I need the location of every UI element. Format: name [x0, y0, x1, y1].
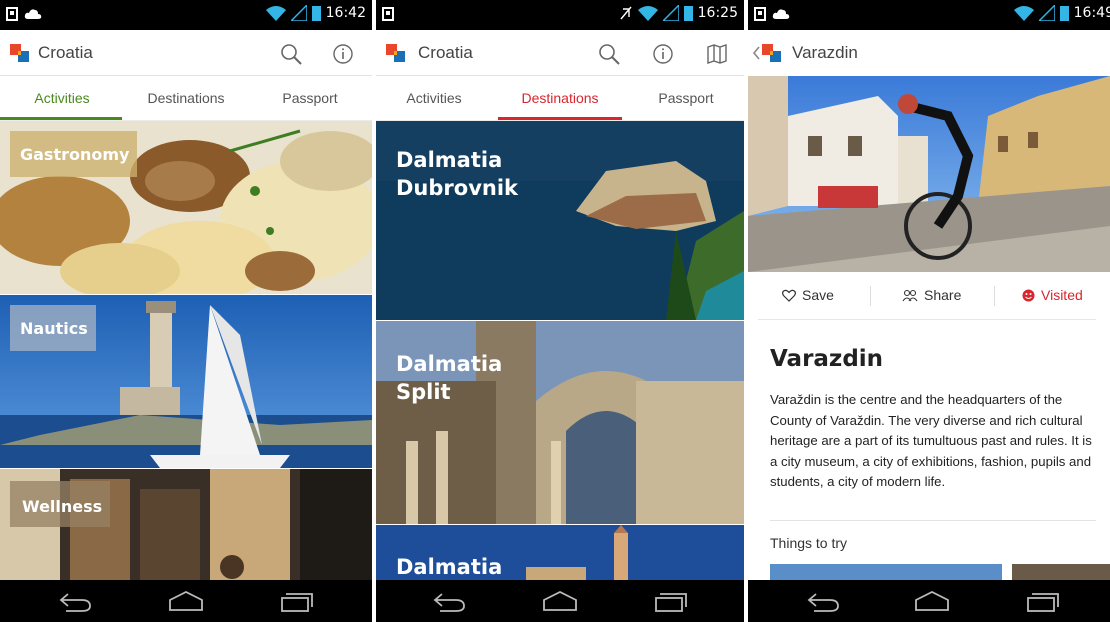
search-icon[interactable]: [278, 41, 304, 67]
wifi-icon: [1013, 6, 1034, 21]
tile-label-line2: Split: [396, 380, 451, 404]
back-nav-icon[interactable]: [58, 590, 94, 612]
app-logo-icon[interactable]: [386, 44, 408, 62]
map-icon[interactable]: [704, 41, 730, 67]
destination-tile-dubrovnik[interactable]: Dalmatia Dubrovnik: [376, 121, 744, 320]
status-bar: 16:42: [0, 0, 372, 30]
destinations-screen: 16:25 Croatia Activities Destinations Pa…: [376, 0, 744, 622]
share-button[interactable]: Share: [902, 287, 961, 303]
section-divider: [770, 520, 1096, 521]
up-chevron-icon[interactable]: [752, 46, 760, 60]
nav-bar: [748, 580, 1110, 622]
active-tab-indicator: [498, 117, 622, 120]
tab-activities[interactable]: Activities: [14, 90, 110, 106]
wifi-icon: [265, 6, 286, 21]
activity-tile-gastronomy[interactable]: Gastronomy: [0, 121, 372, 294]
tab-destinations[interactable]: Destinations: [504, 90, 616, 106]
tab-destinations[interactable]: Destinations: [134, 90, 238, 106]
search-icon[interactable]: [596, 41, 622, 67]
cloud-icon: [24, 9, 42, 19]
battery-icon: [1059, 6, 1069, 21]
home-nav-icon[interactable]: [168, 590, 204, 612]
back-nav-icon[interactable]: [806, 590, 842, 612]
signal-icon: [662, 5, 679, 21]
share-icon: [902, 289, 918, 301]
mute-icon: [620, 6, 632, 20]
app-bar: Croatia: [0, 30, 372, 76]
status-time: 16:25: [697, 5, 738, 21]
tile-label-line1: Dalmatia: [396, 352, 503, 376]
activity-tile-wellness[interactable]: Wellness: [0, 469, 372, 582]
tile-label-line2: Dubrovnik: [396, 176, 519, 200]
tile-label-line1: Dalmatia: [396, 148, 503, 172]
photo-notification-icon: [382, 7, 394, 21]
visited-icon: [1022, 289, 1035, 301]
wifi-icon: [637, 6, 658, 21]
varazdin-detail-screen: 16:49 Varazdin Save Share Visited Varazd…: [748, 0, 1110, 622]
battery-icon: [311, 6, 321, 21]
divider: [870, 286, 871, 306]
back-nav-icon[interactable]: [432, 590, 468, 612]
tab-passport[interactable]: Passport: [638, 90, 734, 106]
home-nav-icon[interactable]: [542, 590, 578, 612]
app-title: Varazdin: [792, 43, 858, 62]
status-time: 16:42: [325, 5, 366, 21]
share-label: Share: [924, 287, 962, 303]
signal-icon: [290, 5, 307, 21]
destination-tile-dalmatia[interactable]: Dalmatia: [376, 525, 744, 582]
app-logo-icon[interactable]: [762, 44, 784, 62]
tile-label-wellness: Wellness: [22, 497, 103, 516]
nav-bar: [376, 580, 744, 622]
info-icon[interactable]: [330, 41, 356, 67]
home-nav-icon[interactable]: [914, 590, 950, 612]
photo-notification-icon: [6, 7, 18, 21]
activity-tile-nautics[interactable]: Nautics: [0, 295, 372, 468]
tab-passport[interactable]: Passport: [262, 90, 358, 106]
save-button[interactable]: Save: [782, 287, 834, 303]
destination-tile-split[interactable]: Dalmatia Split: [376, 321, 744, 524]
save-label: Save: [802, 287, 834, 303]
divider: [994, 286, 995, 306]
info-icon[interactable]: [650, 41, 676, 67]
recents-nav-icon[interactable]: [1024, 590, 1060, 612]
visited-label: Visited: [1041, 287, 1083, 303]
recents-nav-icon[interactable]: [278, 590, 314, 612]
tab-bar: Activities Destinations Passport: [376, 76, 744, 121]
nav-bar: [0, 580, 372, 622]
varazdin-photo: [748, 76, 1110, 272]
app-title: Croatia: [38, 43, 93, 62]
tile-label-line1: Dalmatia: [396, 555, 503, 579]
tab-bar: Activities Destinations Passport: [0, 76, 372, 121]
status-time: 16:49: [1073, 5, 1110, 21]
status-bar: 16:49: [748, 0, 1110, 30]
detail-title: Varazdin: [770, 346, 884, 372]
action-bar: Save Share Visited: [758, 272, 1096, 320]
signal-icon: [1038, 5, 1055, 21]
active-tab-indicator: [0, 117, 122, 120]
app-bar: Croatia: [376, 30, 744, 76]
varazdin-hero-image: [748, 76, 1110, 272]
heart-icon: [782, 289, 796, 302]
visited-button[interactable]: Visited: [1022, 287, 1083, 303]
cloud-icon: [772, 9, 790, 19]
app-bar: Varazdin: [748, 30, 1110, 76]
recents-nav-icon[interactable]: [652, 590, 688, 612]
activities-screen: 16:42 Croatia Activities Destinations Pa…: [0, 0, 372, 622]
tab-activities[interactable]: Activities: [390, 90, 478, 106]
detail-description: Varaždin is the centre and the headquart…: [770, 392, 1092, 489]
photo-notification-icon: [754, 7, 766, 21]
things-to-try-heading: Things to try: [770, 535, 848, 551]
app-logo-icon[interactable]: [10, 44, 32, 62]
status-bar: 16:25: [376, 0, 744, 30]
battery-icon: [683, 6, 693, 21]
tile-label-nautics: Nautics: [20, 319, 88, 338]
tile-label-gastronomy: Gastronomy: [20, 145, 130, 164]
app-title: Croatia: [418, 43, 473, 62]
